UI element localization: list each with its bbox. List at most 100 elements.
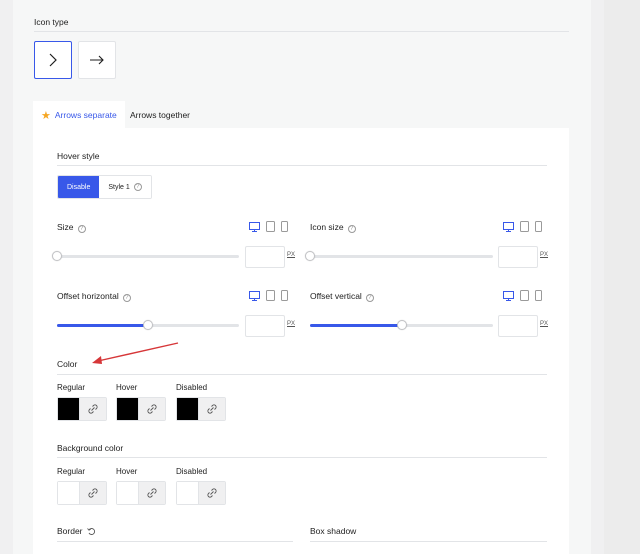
chevron-right-icon xyxy=(49,53,57,67)
hover-style-selector: Disable Style 1? xyxy=(57,175,152,199)
offset-vertical-slider[interactable] xyxy=(310,320,493,330)
color-swatch[interactable] xyxy=(58,482,80,504)
divider xyxy=(34,31,569,32)
divider xyxy=(310,541,547,542)
slider-handle[interactable] xyxy=(143,320,153,330)
size-slider[interactable] xyxy=(52,251,239,261)
slider-handle[interactable] xyxy=(396,320,407,330)
tablet-icon[interactable] xyxy=(266,290,275,301)
bg-hover-picker[interactable] xyxy=(116,481,166,505)
link-icon[interactable] xyxy=(199,482,225,504)
mobile-icon[interactable] xyxy=(281,221,288,232)
offset-horizontal-label: Offset horizontal? xyxy=(57,291,131,302)
icon-type-arrow-button[interactable] xyxy=(78,41,116,79)
hover-style-label: Hover style xyxy=(57,151,100,161)
divider xyxy=(57,165,547,166)
hover-style-disable-button[interactable]: Disable xyxy=(58,176,100,198)
tab-label: Arrows together xyxy=(130,110,190,120)
color-disabled-label: Disabled xyxy=(176,383,208,392)
option-label: Style 1 xyxy=(108,183,130,191)
desktop-icon[interactable] xyxy=(503,221,514,232)
offset-vertical-input[interactable] xyxy=(498,315,538,337)
divider xyxy=(57,374,547,375)
help-icon[interactable]: ? xyxy=(77,225,86,233)
help-icon[interactable]: ? xyxy=(365,294,374,302)
tab-arrows-together[interactable]: Arrows together xyxy=(122,101,198,129)
link-icon[interactable] xyxy=(80,398,106,420)
icon-size-label: Icon size? xyxy=(310,222,356,233)
icon-size-unit[interactable]: PX xyxy=(540,252,548,258)
color-swatch[interactable] xyxy=(58,398,80,420)
bg-disabled-label: Disabled xyxy=(176,467,208,476)
mobile-icon[interactable] xyxy=(535,290,542,301)
icon-type-label: Icon type xyxy=(34,17,69,27)
reset-icon[interactable] xyxy=(86,527,96,536)
slider-handle[interactable] xyxy=(52,251,62,261)
offset-horizontal-unit[interactable]: PX xyxy=(287,321,295,327)
annotation-arrow xyxy=(92,342,179,364)
mobile-icon[interactable] xyxy=(535,221,542,232)
icon-size-slider[interactable] xyxy=(305,251,493,261)
tablet-icon[interactable] xyxy=(266,221,275,232)
bg-disabled-picker[interactable] xyxy=(176,481,226,505)
divider xyxy=(57,457,547,458)
size-unit[interactable]: PX xyxy=(287,252,295,258)
offset-vertical-label: Offset vertical? xyxy=(310,291,374,302)
offset-horizontal-input[interactable] xyxy=(245,315,285,337)
color-label: Color xyxy=(57,359,78,369)
icon-type-chevron-button[interactable] xyxy=(34,41,72,79)
color-swatch[interactable] xyxy=(177,482,199,504)
link-icon[interactable] xyxy=(80,482,106,504)
color-disabled-picker[interactable] xyxy=(176,397,226,421)
box-shadow-label: Box shadow xyxy=(310,526,357,536)
desktop-icon[interactable] xyxy=(249,290,260,301)
offset-horizontal-label-text: Offset horizontal xyxy=(57,291,119,301)
icon-size-input[interactable] xyxy=(498,246,538,268)
link-icon[interactable] xyxy=(139,398,165,420)
color-hover-picker[interactable] xyxy=(116,397,166,421)
hover-style-style1-button[interactable]: Style 1? xyxy=(99,176,151,198)
color-swatch[interactable] xyxy=(117,482,139,504)
offset-vertical-unit[interactable]: PX xyxy=(540,321,548,327)
slider-fill xyxy=(57,324,148,327)
size-label: Size? xyxy=(57,222,86,233)
tab-arrows-separate[interactable]: ★ Arrows separate xyxy=(33,101,125,129)
offset-horizontal-device-switcher xyxy=(249,290,288,301)
color-regular-picker[interactable] xyxy=(57,397,107,421)
border-label: Border xyxy=(57,526,96,536)
border-label-text: Border xyxy=(57,526,83,536)
color-swatch[interactable] xyxy=(177,398,199,420)
bg-regular-label: Regular xyxy=(57,467,86,476)
tablet-icon[interactable] xyxy=(520,221,529,232)
link-icon[interactable] xyxy=(139,482,165,504)
offset-horizontal-slider[interactable] xyxy=(57,320,239,330)
desktop-icon[interactable] xyxy=(249,221,260,232)
background-color-label: Background color xyxy=(57,443,124,453)
tablet-icon[interactable] xyxy=(520,290,529,301)
size-device-switcher xyxy=(249,221,288,232)
slider-handle[interactable] xyxy=(305,251,315,261)
desktop-icon[interactable] xyxy=(503,290,514,301)
scrollbar-gutter xyxy=(604,0,640,554)
tab-label: Arrows separate xyxy=(54,110,117,120)
icon-size-device-switcher xyxy=(503,221,542,232)
help-icon[interactable]: ? xyxy=(133,183,142,191)
help-icon[interactable]: ? xyxy=(122,294,131,302)
slider-fill xyxy=(310,324,402,327)
link-icon[interactable] xyxy=(199,398,225,420)
color-hover-label: Hover xyxy=(116,383,138,392)
size-input[interactable] xyxy=(245,246,285,268)
mobile-icon[interactable] xyxy=(281,290,288,301)
star-icon: ★ xyxy=(41,109,51,122)
icon-size-label-text: Icon size xyxy=(310,222,344,232)
offset-vertical-device-switcher xyxy=(503,290,542,301)
offset-vertical-label-text: Offset vertical xyxy=(310,291,362,301)
help-icon[interactable]: ? xyxy=(347,225,356,233)
arrow-right-icon xyxy=(90,55,104,65)
size-label-text: Size xyxy=(57,222,74,232)
color-swatch[interactable] xyxy=(117,398,139,420)
bg-regular-picker[interactable] xyxy=(57,481,107,505)
divider xyxy=(57,541,293,542)
bg-hover-label: Hover xyxy=(116,467,138,476)
color-regular-label: Regular xyxy=(57,383,86,392)
